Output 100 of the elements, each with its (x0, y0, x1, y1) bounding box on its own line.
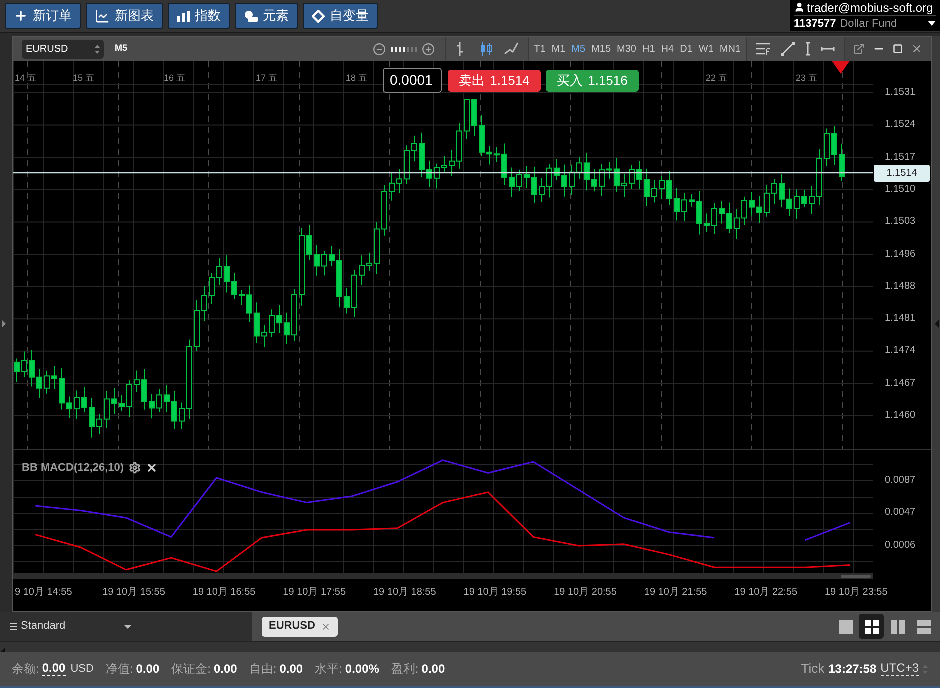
indicator-axis-label: 0.0047 (885, 507, 916, 520)
account-email: trader@mobius-soft.org (807, 0, 934, 14)
diamond-icon (312, 10, 325, 22)
toolbar-button[interactable]: 新图表 (86, 3, 163, 29)
time-label: 19 10月 19:55 (464, 586, 527, 600)
sell-price: 1.1514 (490, 72, 530, 90)
price-label: 1.1481 (885, 313, 916, 326)
bar-chart-icon (177, 10, 190, 22)
status-label: 水平: (315, 661, 342, 678)
timezone-select[interactable]: UTC+3 (880, 662, 919, 676)
time-label: 19 10月 18:55 (373, 586, 436, 600)
price-label: 1.1496 (885, 248, 916, 260)
time-label: 19 10月 23:55 (824, 586, 888, 600)
timeframe-tab[interactable]: D1 (680, 42, 693, 56)
spinner-icon (95, 44, 100, 54)
account-number: 1137577 (794, 16, 836, 30)
timeframe-tab[interactable]: M5 (572, 42, 586, 56)
indicator-title: BB MACD(12,26,10) (22, 461, 124, 476)
detach-icon[interactable] (853, 43, 865, 55)
mode-label: Tick (801, 660, 825, 678)
price-label: 1.1531 (885, 87, 916, 99)
line-chart-type-icon[interactable] (504, 41, 520, 57)
timeframe-tab[interactable]: W1 (698, 42, 714, 56)
account-panel[interactable]: trader@mobius-soft.org 1137577 Dollar Fund (790, 0, 940, 31)
buy-price: 1.1516 (588, 72, 628, 90)
status-label: 盈利: (391, 661, 419, 678)
timeframe-tab[interactable]: H4 (661, 42, 674, 56)
status-value: 0.00% (345, 661, 380, 678)
sell-button[interactable]: 卖出 1.1514 (448, 70, 541, 92)
expand-left-icon[interactable] (2, 320, 6, 328)
date-label: 18 五 (346, 72, 368, 85)
indicator-axis-label: 0.0087 (885, 475, 916, 488)
period-label: M5 (115, 42, 128, 56)
maximize-icon[interactable] (893, 44, 903, 54)
price-label: 1.1488 (885, 280, 916, 293)
spread-field[interactable]: 0.0001 (383, 68, 442, 93)
date-label: 23 五 (796, 72, 818, 85)
price-label: 1.1510 (885, 184, 916, 196)
timeframe-tab[interactable]: M30 (617, 42, 636, 56)
status-label: 自由: (249, 661, 277, 678)
timeframe-tab[interactable]: H1 (642, 42, 656, 56)
spinner-icon (923, 664, 928, 674)
price-label: 1.1503 (885, 216, 916, 228)
date-label: 15 五 (73, 72, 95, 85)
chart-icon (95, 8, 110, 24)
currency-label: USD (70, 662, 94, 677)
candlestick-chart-type-icon[interactable] (479, 41, 496, 57)
timeframe-tab[interactable]: M1 (552, 42, 566, 56)
price-label: 1.1460 (885, 410, 916, 422)
date-label: 22 五 (706, 72, 728, 85)
price-label: 1.1517 (885, 152, 916, 164)
time-label: 19 10月 22:55 (734, 586, 798, 600)
user-icon (794, 2, 805, 13)
caret-icon (124, 624, 132, 628)
time-label: 19 10月 17:55 (283, 586, 346, 600)
date-label: 17 五 (256, 72, 278, 85)
sell-label: 卖出 (459, 72, 486, 90)
status-label: 净值: (106, 661, 134, 678)
workspace-select[interactable]: Standard (0, 612, 252, 641)
status-value: 0.00 (422, 661, 446, 678)
toolbar-button[interactable]: 新订单 (5, 3, 81, 29)
toolbar-button[interactable]: 元素 (235, 3, 298, 29)
status-value: 0.00 (136, 661, 160, 678)
close-icon[interactable] (146, 462, 158, 474)
date-label: 14 五 (15, 72, 37, 85)
status-value[interactable]: 0.00 (42, 662, 66, 676)
zoom-slider[interactable] (391, 46, 418, 52)
vertical-line-icon[interactable] (805, 42, 811, 56)
chart-tab[interactable]: EURUSD (262, 616, 338, 636)
horizontal-line-icon[interactable] (821, 46, 835, 52)
price-label: 1.1524 (885, 119, 916, 132)
status-value: 0.00 (214, 661, 238, 678)
horizontal-scrollbar[interactable] (13, 573, 873, 579)
buy-label: 买入 (557, 72, 584, 90)
plus-icon (14, 9, 28, 23)
buy-button[interactable]: 买入 1.1516 (546, 70, 639, 92)
time-label: 9 10月 14:55 (15, 586, 72, 600)
time-label: 19 10月 15:55 (102, 586, 166, 600)
trend-line-icon[interactable] (781, 42, 795, 56)
time-label: 19 10月 20:55 (554, 586, 617, 600)
timeframe-tab[interactable]: T1 (534, 42, 546, 56)
fibonacci-icon[interactable] (756, 42, 771, 56)
status-value: 0.00 (280, 661, 304, 678)
caret-icon (928, 21, 936, 26)
time-label: 19 10月 16:55 (192, 586, 256, 600)
zoom-in-icon[interactable] (422, 42, 436, 56)
zoom-out-icon[interactable] (373, 42, 386, 56)
menu-icon (10, 623, 17, 630)
timeframe-tab[interactable]: M15 (592, 42, 612, 56)
layout-button[interactable] (859, 614, 884, 639)
timeframe-tab[interactable]: MN1 (720, 42, 741, 56)
symbol-select[interactable]: EURUSD (22, 40, 104, 58)
toolbar-button[interactable]: 自变量 (303, 3, 378, 29)
price-label: 1.1474 (885, 345, 916, 358)
toolbar-button[interactable]: 指数 (168, 3, 230, 29)
clock-time: 13:27:58 (828, 661, 877, 678)
date-label: 16 五 (164, 72, 186, 85)
settings-icon[interactable] (129, 462, 142, 474)
time-label: 19 10月 21:55 (644, 586, 708, 600)
marker-triangle-icon (832, 61, 850, 74)
